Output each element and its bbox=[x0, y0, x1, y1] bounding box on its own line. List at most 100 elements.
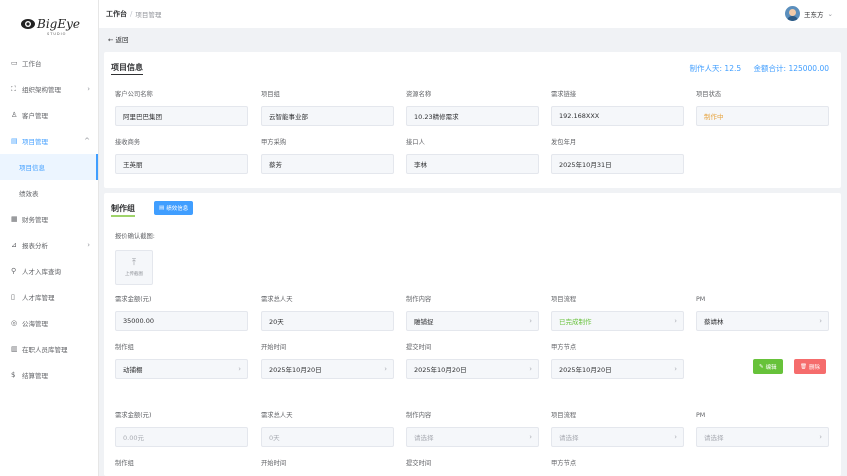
field-pm: PM 请选择 › bbox=[696, 411, 829, 447]
production-content-select[interactable]: 雕铺捉 › bbox=[406, 311, 539, 331]
sidebar-item-reports[interactable]: ⊿ 报表分析 › bbox=[0, 232, 98, 258]
select-value: 雕铺捉 bbox=[414, 318, 434, 326]
sidebar-item-talent-query[interactable]: ⚲ 人才入库查询 bbox=[0, 258, 98, 284]
delete-button[interactable]: 🗑 删除 bbox=[794, 359, 826, 374]
sidebar-item-staff[interactable]: ▥ 在职人员库管理 bbox=[0, 336, 98, 362]
demand-amount-field[interactable]: 35000.00 bbox=[115, 311, 248, 331]
field-demand-days: 需求总人天 0天 bbox=[261, 411, 394, 447]
picker-value: 2025年10月20日 bbox=[414, 366, 467, 374]
chevron-right-icon: › bbox=[674, 365, 677, 373]
receiving-business-field[interactable]: 王英丽 bbox=[115, 154, 248, 174]
client-procurement-field[interactable]: 蔡芳 bbox=[261, 154, 394, 174]
field-label: 项目流程 bbox=[551, 412, 577, 419]
pm-select[interactable]: 蔡靖林 › bbox=[696, 311, 829, 331]
client-milestone-picker[interactable]: 2025年10月20日 › bbox=[551, 359, 684, 379]
requirement-link-field[interactable]: 192.168XXX bbox=[551, 106, 684, 126]
field-label: 甲方节点 bbox=[551, 460, 577, 467]
sidebar-item-label: 组织架构管理 bbox=[22, 86, 61, 94]
demand-amount-field[interactable]: 0.00元 bbox=[115, 427, 248, 447]
chevron-right-icon: › bbox=[384, 365, 387, 373]
sidebar-subitem-performance[interactable]: 绩效表 bbox=[0, 180, 98, 206]
contact-person-field[interactable]: 李林 bbox=[406, 154, 539, 174]
chevron-down-icon: ⌄ bbox=[827, 9, 833, 18]
field-project-flow: 项目流程 已完成制作 › bbox=[551, 295, 684, 331]
release-date-field[interactable]: 2025年10月31日 bbox=[551, 154, 684, 174]
org-icon: ⛶ bbox=[11, 84, 16, 93]
field-pm: PM 蔡靖林 › bbox=[696, 295, 829, 331]
upload-screenshot-button[interactable]: ⤒ 上传截图 bbox=[115, 250, 153, 285]
field-label: 发包年月 bbox=[551, 139, 577, 146]
field-label: PM bbox=[696, 296, 706, 303]
sidebar-subitem-project-info[interactable]: 项目信息 bbox=[0, 154, 98, 180]
field-receiving-business: 接收商务 王英丽 bbox=[115, 138, 248, 174]
demand-days-field[interactable]: 20天 bbox=[261, 311, 394, 331]
performance-info-button[interactable]: ▤ 绩效信息 bbox=[154, 201, 194, 215]
field-label: 资源名称 bbox=[406, 91, 432, 98]
field-production-content: 制作内容 雕铺捉 › bbox=[406, 295, 539, 331]
start-time-picker[interactable]: 2025年10月20日 › bbox=[261, 359, 394, 379]
project-flow-select[interactable]: 已完成制作 › bbox=[551, 311, 684, 331]
project-flow-select[interactable]: 请选择 › bbox=[551, 427, 684, 447]
project-icon: ▤ bbox=[11, 137, 18, 145]
field-label: 项目流程 bbox=[551, 296, 577, 303]
sidebar-item-talent-pool[interactable]: ▯ 人才库管理 bbox=[0, 284, 98, 310]
chevron-right-icon: › bbox=[529, 365, 532, 373]
demand-days-field[interactable]: 0天 bbox=[261, 427, 394, 447]
back-button[interactable]: ← 返回 bbox=[108, 34, 129, 44]
project-status-field[interactable]: 制作中 bbox=[696, 106, 829, 126]
sidebar-item-dashboard[interactable]: ▭ 工作台 bbox=[0, 50, 98, 76]
field-label: 甲方采购 bbox=[261, 139, 287, 146]
field-label: 制作内容 bbox=[406, 412, 432, 419]
project-group-field[interactable]: 云智能事业部 bbox=[261, 106, 394, 126]
pm-select[interactable]: 请选择 › bbox=[696, 427, 829, 447]
sidebar-item-settlement[interactable]: $ 结算管理 bbox=[0, 362, 98, 388]
finance-icon: ▦ bbox=[11, 215, 18, 223]
chevron-right-icon: › bbox=[87, 85, 90, 93]
chevron-right-icon: › bbox=[529, 317, 532, 325]
svg-text:STUDIO: STUDIO bbox=[47, 32, 66, 36]
breadcrumb-root[interactable]: 工作台 bbox=[106, 9, 127, 19]
sidebar-item-label: 人才入库查询 bbox=[22, 268, 61, 276]
client-company-field[interactable]: 阿里巴巴集团 bbox=[115, 106, 248, 126]
field-start-time: 开始时间 2025年10月20日 › bbox=[261, 343, 394, 379]
chevron-right-icon: › bbox=[674, 433, 677, 441]
project-info-card: 项目信息 制作人天: 12.5 金额合计: 125000.00 客户公司名称 阿… bbox=[104, 52, 841, 188]
production-content-select[interactable]: 请选择 › bbox=[406, 427, 539, 447]
field-project-group: 项目组 云智能事业部 bbox=[261, 90, 394, 126]
edit-icon: ✎ bbox=[759, 363, 764, 370]
field-demand-days: 需求总人天 20天 bbox=[261, 295, 394, 331]
sidebar-item-label: 公海管理 bbox=[22, 320, 48, 328]
submit-time-picker[interactable]: 2025年10月20日 › bbox=[406, 359, 539, 379]
field-client-milestone: 甲方节点 2025年10月20日 › bbox=[551, 343, 684, 379]
quote-screenshot-label: 报价确认截图: bbox=[115, 233, 155, 240]
sidebar-item-projects[interactable]: ▤ 项目管理 ^ bbox=[0, 128, 98, 154]
sidebar-item-org[interactable]: ⛶ 组织架构管理 › bbox=[0, 76, 98, 102]
summary-stats: 制作人天: 12.5 金额合计: 125000.00 bbox=[680, 63, 829, 74]
production-group-select[interactable]: 动捕棚 › bbox=[115, 359, 248, 379]
sidebar-item-label: 报表分析 bbox=[22, 242, 48, 250]
field-label: 项目状态 bbox=[696, 91, 722, 98]
picker-value: 2025年10月20日 bbox=[559, 366, 612, 374]
select-placeholder: 请选择 bbox=[414, 434, 434, 442]
edit-button[interactable]: ✎ 编辑 bbox=[753, 359, 783, 374]
search-icon: ⚲ bbox=[11, 267, 17, 275]
document-icon: ▤ bbox=[159, 205, 165, 211]
breadcrumb-separator: / bbox=[130, 10, 133, 18]
sidebar-item-public-pool[interactable]: ◎ 公海管理 bbox=[0, 310, 98, 336]
field-release-date: 发包年月 2025年10月31日 bbox=[551, 138, 684, 174]
sidebar-item-label: 工作台 bbox=[22, 60, 42, 68]
user-menu[interactable]: 王东方 ⌄ bbox=[785, 6, 833, 21]
production-days: 制作人天: 12.5 bbox=[689, 64, 742, 73]
sidebar-item-finance[interactable]: ▦ 财务管理 bbox=[0, 206, 98, 232]
resource-name-field[interactable]: 10.23精修需求 bbox=[406, 106, 539, 126]
field-contact-person: 接口人 李林 bbox=[406, 138, 539, 174]
sidebar: BigEyes STUDIO ▭ 工作台 ⛶ 组织架构管理 › ♙ 客户管理 ▤… bbox=[0, 0, 99, 476]
field-project-status: 项目状态 制作中 bbox=[696, 90, 829, 126]
sidebar-item-customers[interactable]: ♙ 客户管理 bbox=[0, 102, 98, 128]
field-label: 需求金额(元) bbox=[115, 412, 152, 419]
field-production-group: 制作组 bbox=[115, 459, 248, 469]
field-resource-name: 资源名称 10.23精修需求 bbox=[406, 90, 539, 126]
brand-logo[interactable]: BigEyes STUDIO bbox=[0, 0, 98, 50]
back-bar: ← 返回 bbox=[99, 28, 847, 50]
chevron-right-icon: › bbox=[238, 365, 241, 373]
